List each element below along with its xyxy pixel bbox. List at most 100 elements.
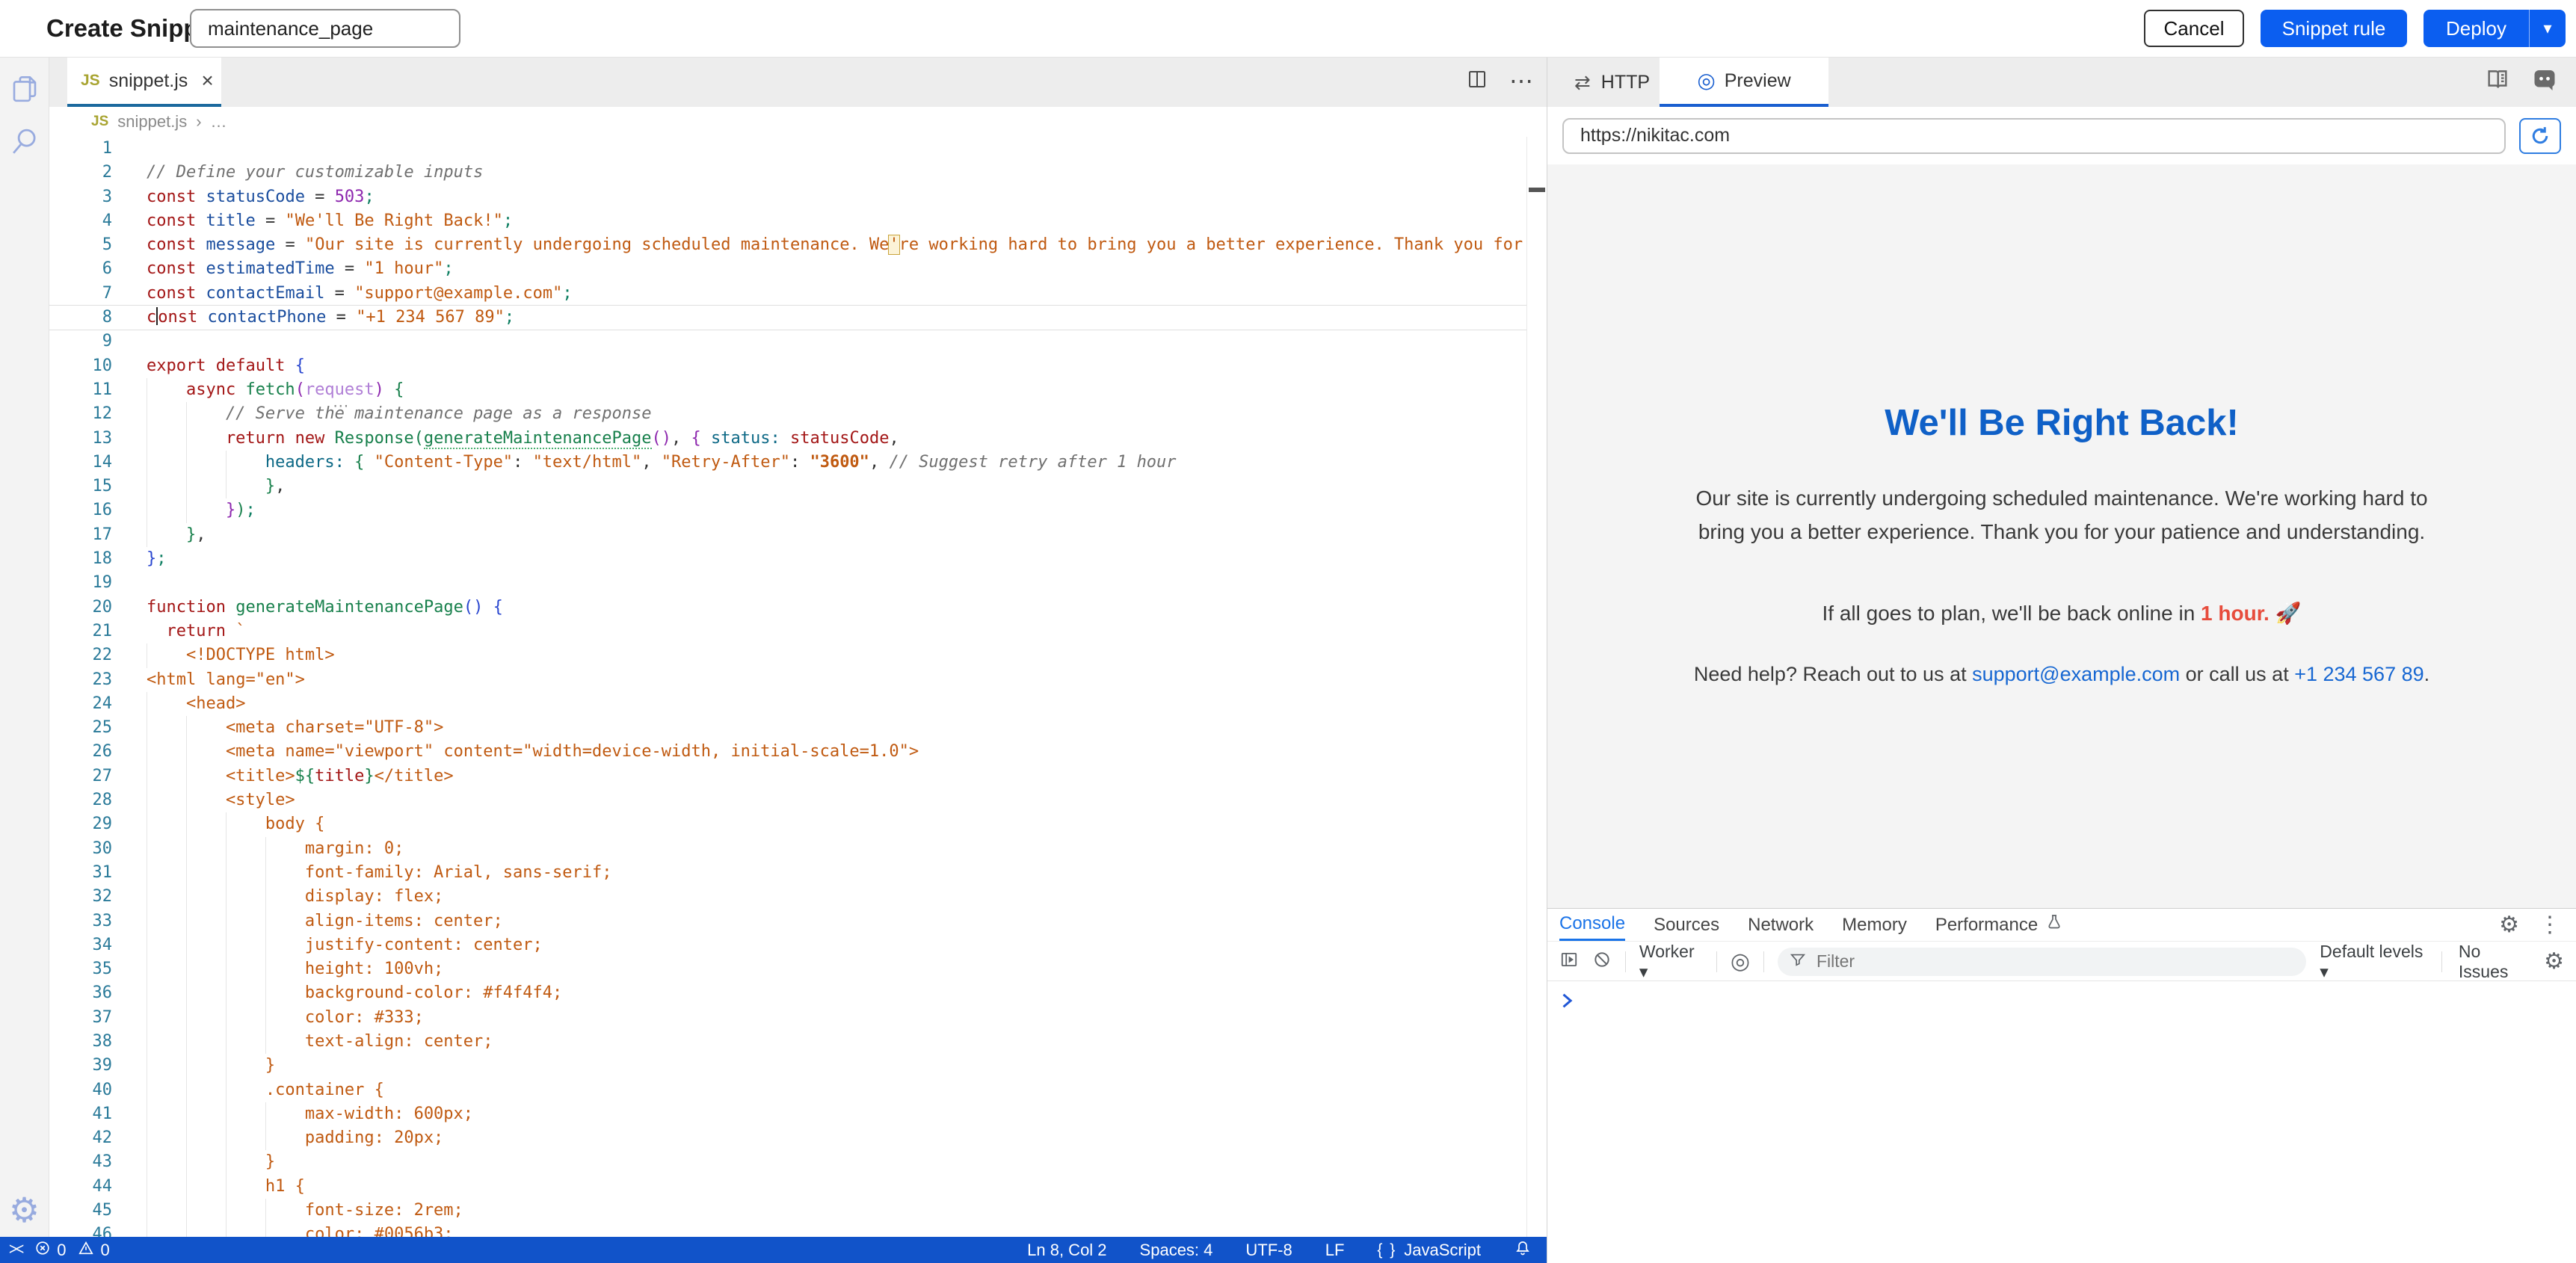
code-line-5[interactable]: 5const message = "Our site is currently … (49, 233, 1547, 257)
code-line-1[interactable]: 1 (49, 137, 1547, 161)
deploy-dropdown-button[interactable]: ▾ (2530, 10, 2566, 47)
tab-http[interactable]: ⇄ HTTP (1574, 58, 1650, 107)
code-line-28[interactable]: 28<style> (49, 788, 1547, 812)
log-levels-dropdown[interactable]: Default levels ▾ (2320, 942, 2425, 982)
filter-input[interactable] (1815, 951, 2264, 972)
line-number: 32 (49, 885, 112, 909)
code-line-3[interactable]: 3const statusCode = 503; (49, 185, 1547, 209)
code-line-11[interactable]: 11async fetch(request) { (49, 378, 1547, 402)
sources-tab[interactable]: Sources (1654, 909, 1719, 941)
url-input[interactable] (1562, 118, 2506, 154)
cancel-button[interactable]: Cancel (2144, 10, 2244, 47)
code-line-6[interactable]: 6const estimatedTime = "1 hour"; (49, 257, 1547, 281)
code-line-37[interactable]: 37color: #333; (49, 1006, 1547, 1030)
devtools-settings-icon[interactable]: ⚙ (2499, 912, 2519, 938)
phone-link[interactable]: +1 234 567 89 (2294, 663, 2424, 685)
code-line-27[interactable]: 27<title>${title}</title> (49, 765, 1547, 788)
problems-counter[interactable]: 0 0 (34, 1240, 110, 1261)
search-icon[interactable] (8, 125, 41, 158)
memory-tab[interactable]: Memory (1842, 909, 1907, 941)
more-actions-icon[interactable]: ⋯ (1509, 67, 1533, 95)
code-line-13[interactable]: 13return new Response(generateMaintenanc… (49, 427, 1547, 451)
code-line-46[interactable]: 46color: #0056b3; (49, 1223, 1547, 1237)
split-editor-icon[interactable] (1466, 68, 1488, 94)
code-line-15[interactable]: 15}, (49, 475, 1547, 498)
kebab-menu-icon[interactable]: ⋮ (2539, 912, 2561, 938)
code-line-31[interactable]: 31font-family: Arial, sans-serif; (49, 861, 1547, 885)
code-line-24[interactable]: 24<head> (49, 692, 1547, 716)
code-line-38[interactable]: 38text-align: center; (49, 1030, 1547, 1054)
remote-indicator-icon[interactable]: >< (0, 1241, 34, 1259)
code-line-42[interactable]: 42padding: 20px; (49, 1126, 1547, 1150)
code-line-9[interactable]: 9 (49, 330, 1547, 353)
tab-preview[interactable]: ◎ Preview (1660, 58, 1828, 107)
cursor-position[interactable]: Ln 8, Col 2 (1027, 1241, 1106, 1260)
code-line-33[interactable]: 33align-items: center; (49, 910, 1547, 933)
code-area[interactable]: 12// Define your customizable inputs3con… (49, 137, 1547, 1237)
code-line-30[interactable]: 30margin: 0; (49, 837, 1547, 861)
console-settings-icon[interactable]: ⚙ (2544, 948, 2564, 975)
scrollbar-overview-ruler[interactable] (1526, 137, 1547, 1237)
code-line-35[interactable]: 35height: 100vh; (49, 957, 1547, 981)
code-line-14[interactable]: 14headers: { "Content-Type": "text/html"… (49, 451, 1547, 475)
code-line-21[interactable]: 21 return ` (49, 620, 1547, 643)
settings-gear-icon[interactable]: ⚙ (8, 1193, 41, 1226)
files-icon[interactable] (8, 72, 41, 105)
discord-icon[interactable] (2531, 66, 2558, 96)
console-prompt-chevron[interactable] (1561, 992, 1574, 1013)
code-line-16[interactable]: 16}); (49, 498, 1547, 522)
issues-counter[interactable]: No Issues (2459, 942, 2527, 982)
docs-book-icon[interactable] (2485, 67, 2510, 96)
tab-snippet-js[interactable]: JS snippet.js × (67, 58, 221, 107)
snippet-name-input[interactable] (190, 9, 460, 48)
refresh-button[interactable] (2519, 118, 2561, 154)
code-line-44[interactable]: 44h1 { (49, 1175, 1547, 1199)
context-selector[interactable]: Worker ▾ (1639, 942, 1703, 982)
support-email-link[interactable]: support@example.com (1972, 663, 2180, 685)
code-line-29[interactable]: 29body { (49, 812, 1547, 836)
http-arrows-icon: ⇄ (1574, 71, 1591, 94)
performance-tab[interactable]: Performance (1935, 909, 2063, 941)
code-line-39[interactable]: 39} (49, 1054, 1547, 1078)
live-expression-eye-icon[interactable]: ◎ (1731, 951, 1750, 973)
code-line-20[interactable]: 20function generateMaintenancePage() { (49, 596, 1547, 620)
encoding-setting[interactable]: UTF-8 (1245, 1241, 1292, 1260)
code-line-17[interactable]: 17}, (49, 523, 1547, 547)
code-line-23[interactable]: 23<html lang="en"> (49, 668, 1547, 692)
network-tab[interactable]: Network (1748, 909, 1814, 941)
code-line-10[interactable]: 10export default { (49, 354, 1547, 378)
deploy-button[interactable]: Deploy (2424, 10, 2530, 47)
preview-panel: ⇄ HTTP ◎ Preview (1547, 58, 2576, 1263)
code-line-8[interactable]: 8const contactPhone = "+1 234 567 89"; (49, 306, 1547, 330)
code-line-40[interactable]: 40.container { (49, 1078, 1547, 1102)
warning-icon (78, 1240, 94, 1261)
console-sidebar-icon[interactable] (1559, 950, 1579, 974)
code-line-26[interactable]: 26<meta name="viewport" content="width=d… (49, 740, 1547, 764)
code-line-22[interactable]: 22<!DOCTYPE html> (49, 643, 1547, 667)
code-line-43[interactable]: 43} (49, 1150, 1547, 1174)
console-tab[interactable]: Console (1559, 909, 1625, 941)
line-number: 5 (49, 233, 112, 257)
breadcrumb[interactable]: JS snippet.js › … (49, 107, 1547, 137)
code-line-7[interactable]: 7const contactEmail = "support@example.c… (49, 282, 1547, 306)
code-line-45[interactable]: 45font-size: 2rem; (49, 1199, 1547, 1223)
code-line-32[interactable]: 32display: flex; (49, 885, 1547, 909)
clear-console-icon[interactable] (1592, 950, 1612, 974)
language-mode[interactable]: { } JavaScript (1377, 1241, 1481, 1260)
chevron-down-icon: ▾ (2543, 19, 2551, 38)
code-line-2[interactable]: 2// Define your customizable inputs (49, 161, 1547, 185)
eol-setting[interactable]: LF (1325, 1241, 1345, 1260)
notifications-bell-icon[interactable] (1514, 1239, 1532, 1262)
snippet-rule-button[interactable]: Snippet rule (2261, 10, 2407, 47)
code-line-41[interactable]: 41max-width: 600px; (49, 1102, 1547, 1126)
code-line-12[interactable]: 12// Serve the maintenance page as a res… (49, 402, 1547, 426)
code-line-25[interactable]: 25<meta charset="UTF-8"> (49, 716, 1547, 740)
code-line-19[interactable]: 19 (49, 571, 1547, 595)
console-filter[interactable] (1778, 948, 2306, 976)
code-line-18[interactable]: 18}; (49, 547, 1547, 571)
code-line-36[interactable]: 36background-color: #f4f4f4; (49, 981, 1547, 1005)
close-tab-icon[interactable]: × (201, 70, 213, 91)
code-line-34[interactable]: 34justify-content: center; (49, 933, 1547, 957)
indentation-setting[interactable]: Spaces: 4 (1140, 1241, 1213, 1260)
code-line-4[interactable]: 4const title = "We'll Be Right Back!"; (49, 209, 1547, 233)
